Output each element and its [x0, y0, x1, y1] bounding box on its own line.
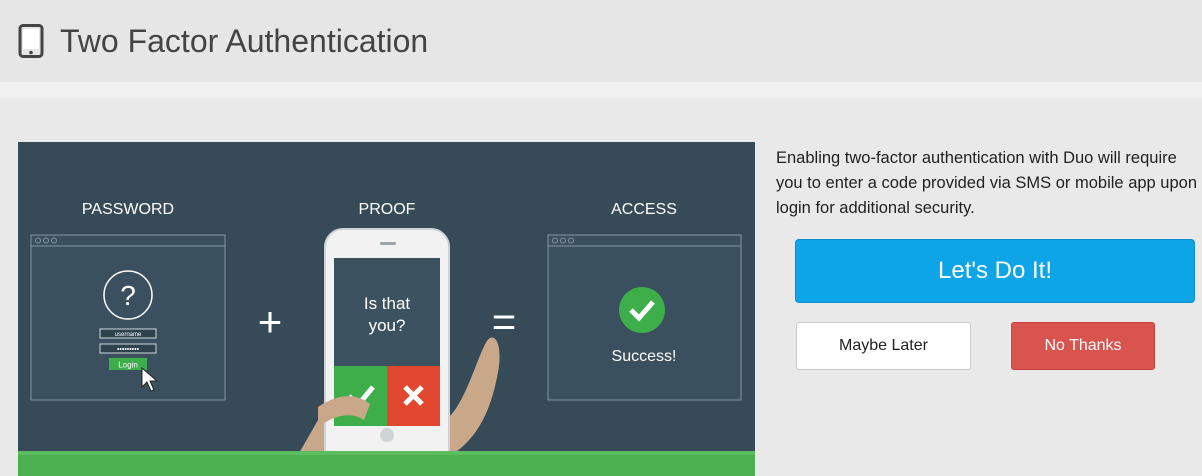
phone-prompt-line1: Is that	[364, 294, 411, 313]
login-window: ? username ••••••••• Login	[30, 234, 226, 401]
equals-sign: =	[492, 298, 517, 345]
page-title: Two Factor Authentication	[60, 22, 429, 59]
question-mark: ?	[120, 280, 136, 311]
page-header: Two Factor Authentication	[0, 0, 1202, 82]
username-field: username	[115, 332, 142, 338]
access-window: Success!	[547, 234, 742, 401]
success-text: Success!	[612, 348, 677, 365]
description-text: Enabling two-factor authentication with …	[776, 149, 1198, 217]
password-label: PASSWORD	[82, 201, 174, 218]
phone-prompt-line2: you?	[369, 316, 406, 335]
two-factor-illustration: PASSWORD ? username ••••••••• Login + PR…	[18, 142, 755, 476]
plus-sign: +	[258, 298, 283, 345]
illustration-svg: PASSWORD ? username ••••••••• Login + PR…	[18, 142, 755, 476]
password-field: •••••••••	[117, 347, 140, 354]
access-label: ACCESS	[611, 201, 677, 218]
no-thanks-button[interactable]: No Thanks	[1011, 322, 1155, 370]
proof-label: PROOF	[359, 201, 416, 218]
maybe-later-button[interactable]: Maybe Later	[796, 322, 971, 370]
mobile-phone-icon	[18, 24, 44, 58]
lets-do-it-button[interactable]: Let's Do It!	[795, 239, 1195, 303]
success-check-icon	[619, 287, 665, 333]
login-button-mini: Login	[118, 361, 138, 370]
